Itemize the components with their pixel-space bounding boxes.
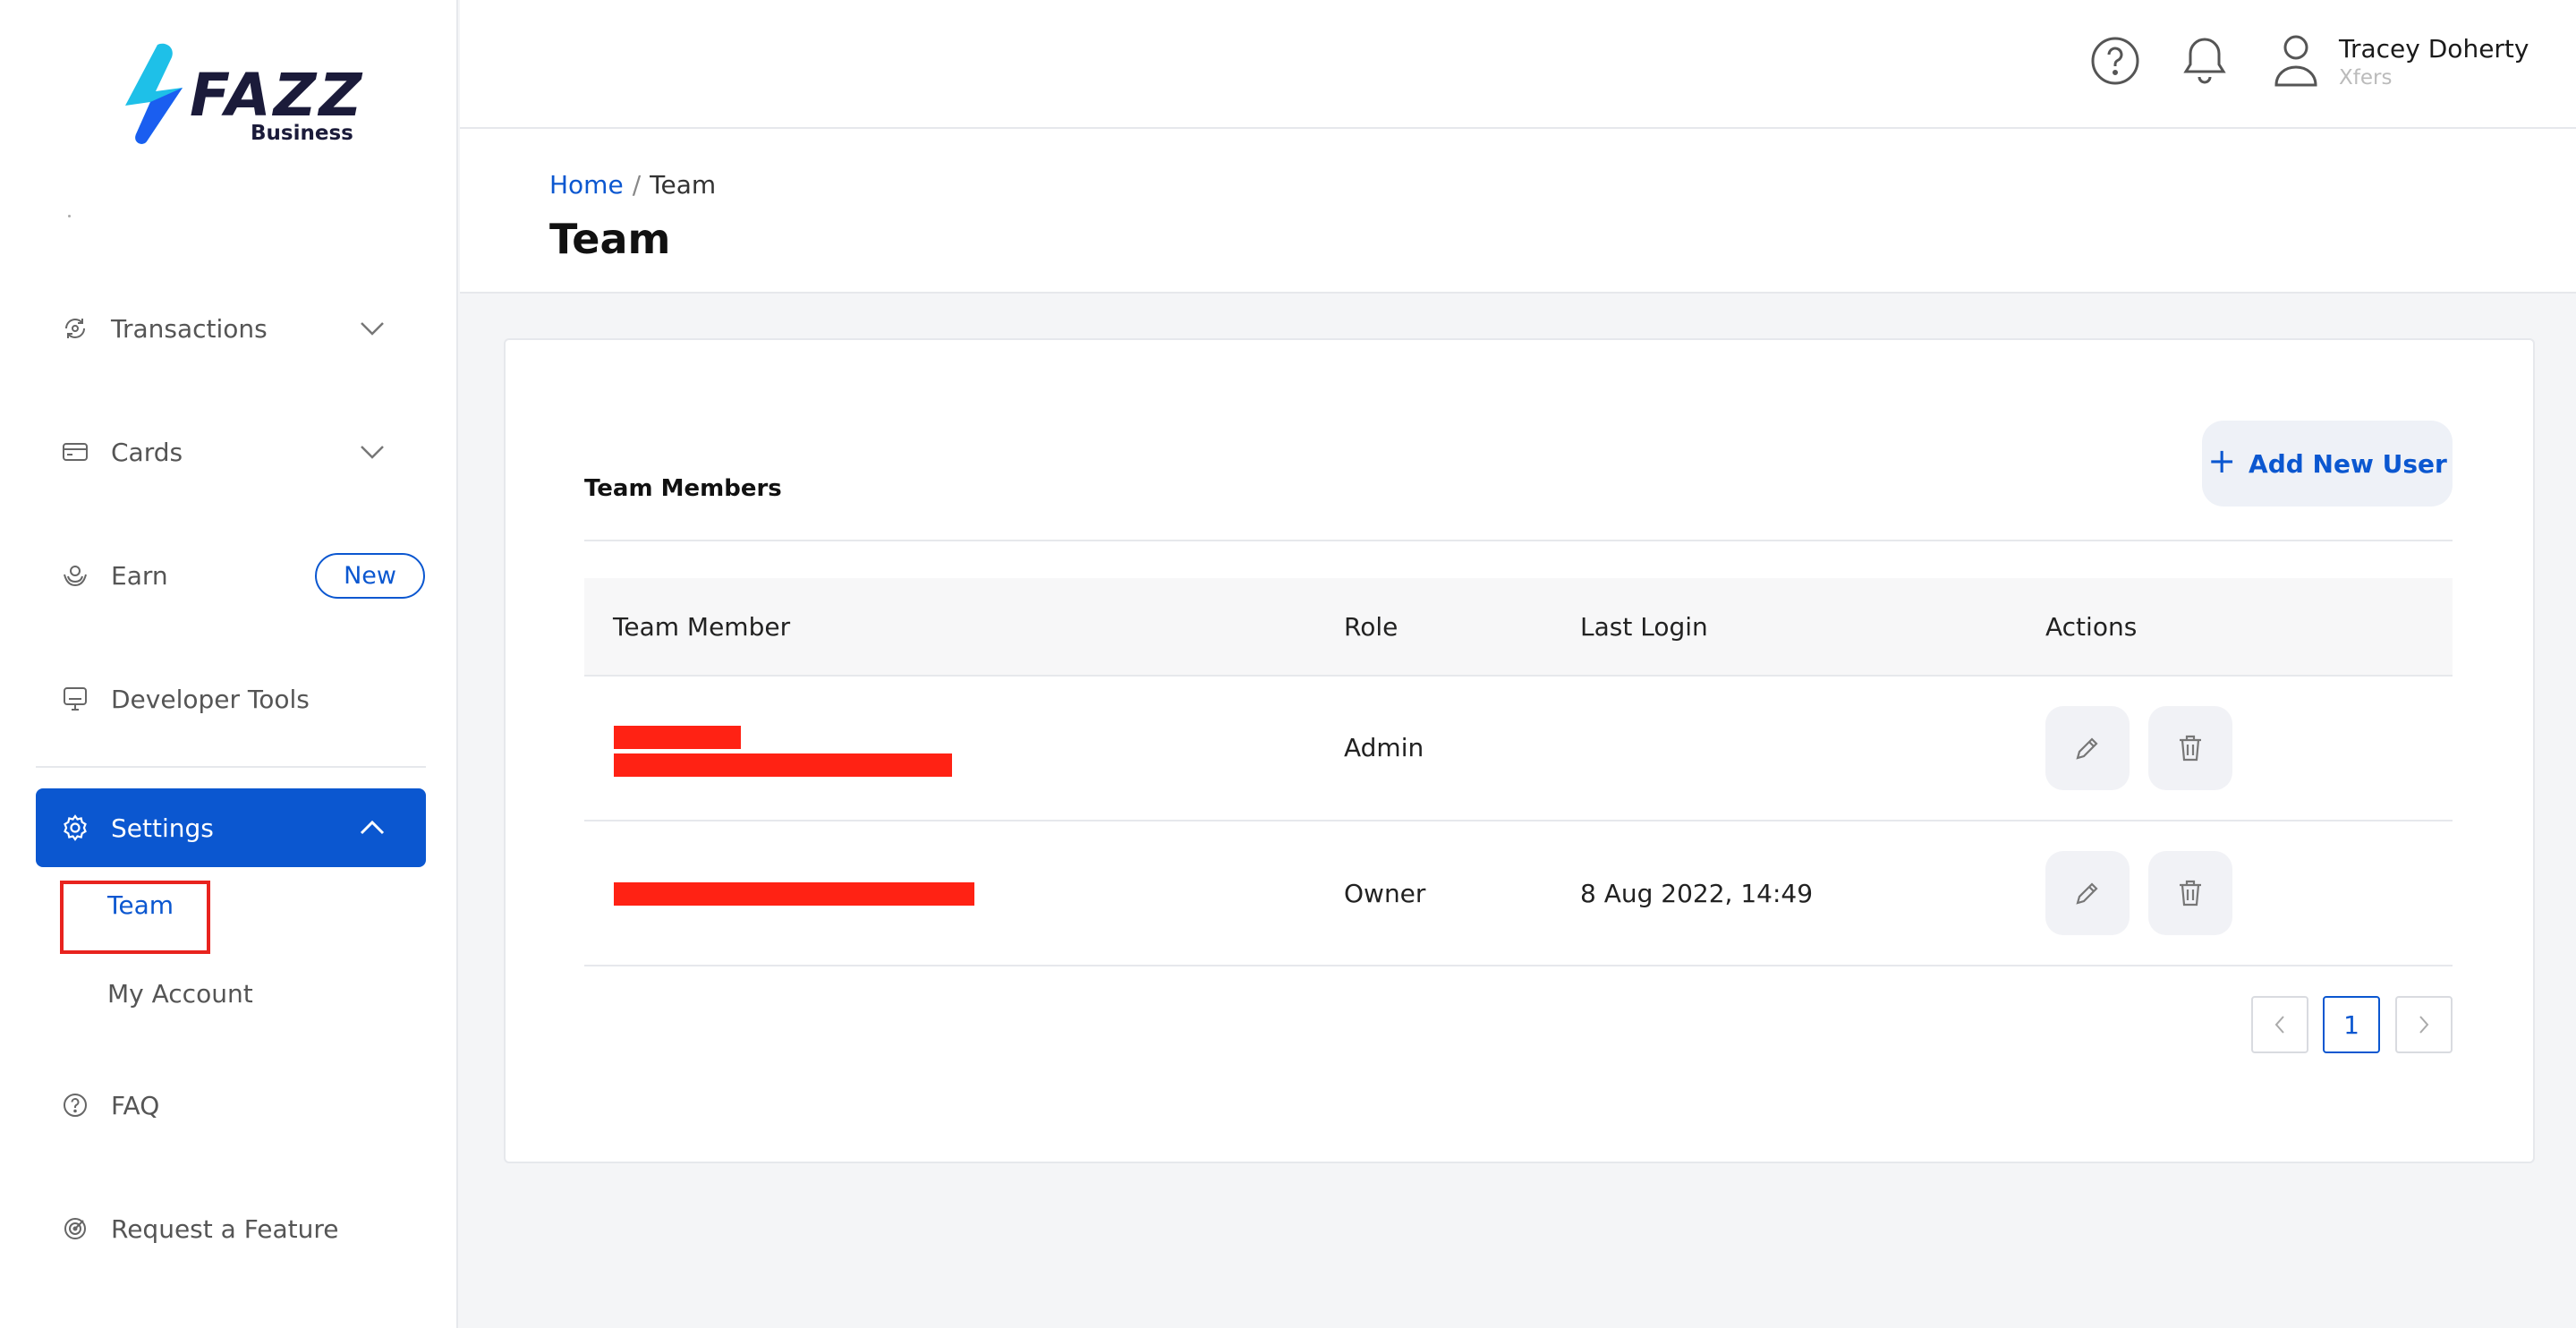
target-icon <box>61 1214 89 1243</box>
delete-button[interactable] <box>2148 706 2232 790</box>
sidebar-item-cards[interactable]: Cards <box>36 416 426 488</box>
sidebar-item-settings[interactable]: Settings <box>36 788 426 867</box>
table-row: Admin <box>584 677 2453 821</box>
pagination-next-button[interactable] <box>2395 996 2453 1053</box>
fazz-bolt-icon <box>125 43 183 144</box>
highlight-annotation-box <box>60 881 210 954</box>
column-header-team-member: Team Member <box>613 612 791 642</box>
help-icon[interactable] <box>2088 34 2142 88</box>
column-header-role: Role <box>1344 612 1399 642</box>
chevron-down-icon[interactable] <box>354 311 390 346</box>
monitor-icon <box>61 685 89 713</box>
role-cell: Owner <box>1344 879 1426 908</box>
pagination-page-current[interactable]: 1 <box>2323 996 2380 1053</box>
sidebar-item-faq[interactable]: FAQ <box>36 1069 426 1141</box>
sidebar-subitem-my-account[interactable]: My Account <box>107 979 253 1009</box>
page-title: Team <box>549 215 671 263</box>
redacted-name <box>614 882 974 906</box>
role-cell: Admin <box>1344 733 1424 762</box>
new-badge: New <box>315 552 425 599</box>
sidebar-item-transactions[interactable]: Transactions <box>36 293 426 364</box>
chevron-left-icon <box>2274 1016 2284 1034</box>
bell-icon[interactable] <box>2178 34 2232 88</box>
page-header <box>460 129 2576 294</box>
last-login-cell: 8 Aug 2022, 14:49 <box>1580 879 1814 908</box>
chevron-right-icon <box>2419 1016 2429 1034</box>
redacted-name <box>614 726 741 749</box>
card-title: Team Members <box>584 475 782 502</box>
transactions-icon <box>61 314 89 343</box>
breadcrumb-current: Team <box>650 170 717 200</box>
delete-button[interactable] <box>2148 851 2232 935</box>
sidebar-item-label: Settings <box>111 813 214 843</box>
column-header-actions: Actions <box>2045 612 2138 642</box>
sidebar-item-label: Cards <box>111 437 183 467</box>
add-new-user-button[interactable]: + Add New User <box>2202 421 2453 507</box>
breadcrumb-separator: / <box>632 170 642 200</box>
table-header: Team Member Role Last Login Actions <box>584 578 2453 677</box>
card-divider <box>584 540 2453 541</box>
sidebar-item-request-feature[interactable]: Request a Feature <box>36 1193 426 1264</box>
sidebar-item-earn[interactable]: Earn New <box>36 540 426 611</box>
breadcrumb-home-link[interactable]: Home <box>549 170 624 200</box>
breadcrumb: Home / Team <box>549 170 716 200</box>
user-organization: Xfers <box>2339 66 2393 89</box>
sidebar-item-label: Request a Feature <box>111 1213 339 1244</box>
sidebar-item-label: FAQ <box>111 1090 160 1120</box>
sidebar: FAZZ Business Transactions Cards Earn Ne… <box>0 0 458 1328</box>
logo-subtitle: Business <box>251 122 353 145</box>
edit-button[interactable] <box>2045 706 2130 790</box>
pencil-icon <box>2076 737 2098 760</box>
logo-wordmark: FAZZ <box>190 61 365 130</box>
trash-icon <box>2180 880 2201 907</box>
pagination-prev-button[interactable] <box>2251 996 2308 1053</box>
earn-icon <box>61 561 89 590</box>
redacted-email <box>614 753 952 777</box>
sidebar-item-label: Transactions <box>111 313 268 344</box>
separator-dot <box>68 215 71 217</box>
add-new-user-label: Add New User <box>2249 448 2447 479</box>
fazz-logo[interactable]: FAZZ Business <box>120 41 361 149</box>
user-name[interactable]: Tracey Doherty <box>2339 34 2529 64</box>
sidebar-item-developer-tools[interactable]: Developer Tools <box>36 663 426 735</box>
sidebar-item-label: Earn <box>111 560 168 591</box>
question-circle-icon <box>61 1091 89 1119</box>
top-header <box>460 0 2576 129</box>
gear-icon <box>61 813 89 842</box>
column-header-last-login: Last Login <box>1580 612 1708 642</box>
table-row: Owner 8 Aug 2022, 14:49 <box>584 821 2453 966</box>
user-icon[interactable] <box>2269 34 2323 88</box>
pencil-icon <box>2076 882 2098 905</box>
chevron-up-icon[interactable] <box>354 810 390 846</box>
chevron-down-icon[interactable] <box>354 434 390 470</box>
sidebar-divider <box>36 766 426 768</box>
sidebar-item-label: Developer Tools <box>111 684 310 714</box>
plus-icon: + <box>2207 441 2237 481</box>
edit-button[interactable] <box>2045 851 2130 935</box>
card-icon <box>61 438 89 466</box>
trash-icon <box>2180 735 2201 762</box>
